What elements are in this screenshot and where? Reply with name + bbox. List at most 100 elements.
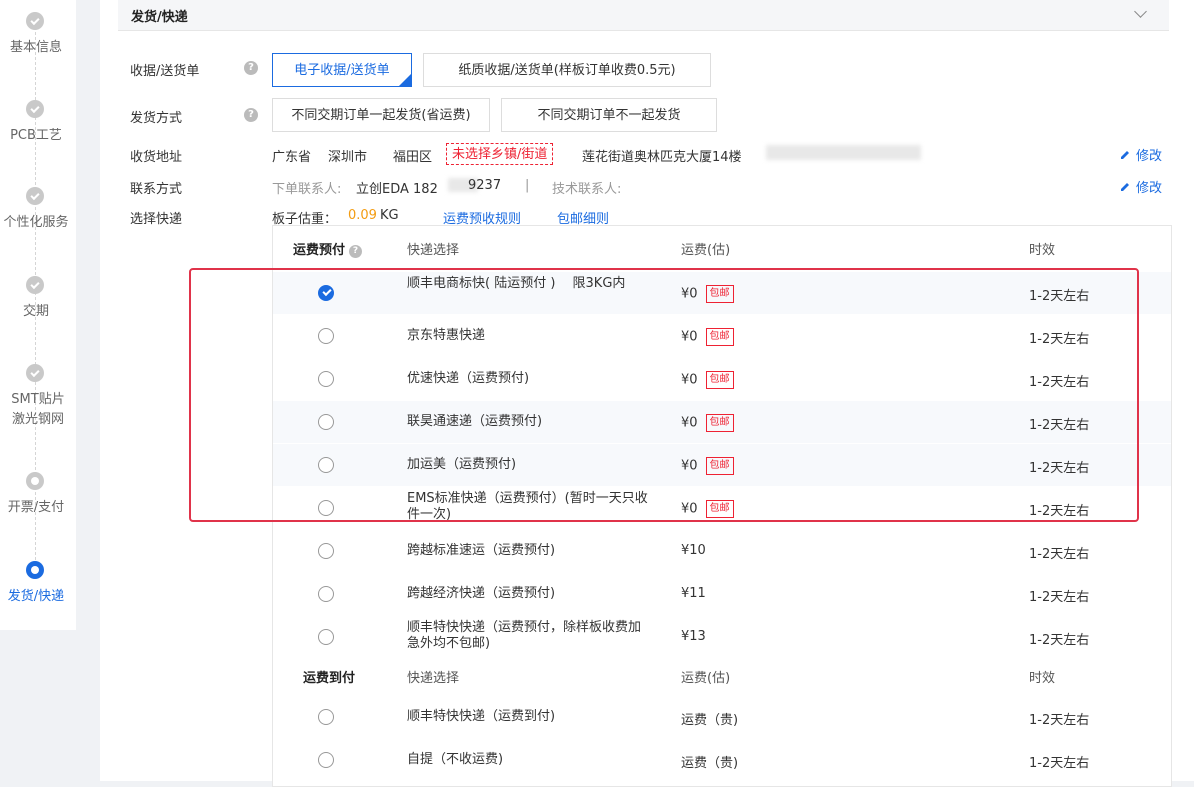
express-time: 1-2天左右 bbox=[1029, 375, 1090, 390]
col-select: 快递选择 bbox=[407, 243, 460, 258]
express-option-row[interactable]: 联昊通速递（运费预付) ¥0 包邮 1-2天左右 bbox=[273, 401, 1171, 443]
express-option-row[interactable]: 跨越标准速运（运费预付) ¥10 1-2天左右 bbox=[273, 530, 1171, 572]
step-label: SMT贴片 激光钢网 bbox=[11, 392, 65, 427]
circle-icon bbox=[26, 472, 44, 490]
address-province: 广东省 bbox=[272, 150, 312, 165]
radio-button[interactable] bbox=[318, 629, 334, 645]
step-label: 开票/支付 bbox=[7, 500, 65, 515]
express-label: 选择快递 bbox=[130, 212, 183, 227]
fee-value: ¥13 bbox=[681, 629, 706, 644]
express-name: 优速快递（运费预付) bbox=[407, 371, 530, 386]
radio-button[interactable] bbox=[318, 586, 334, 602]
step-label: 基本信息 bbox=[9, 40, 62, 55]
express-fee: ¥0 包邮 bbox=[681, 285, 734, 303]
express-name: 顺丰特快快递（运费到付) bbox=[407, 709, 556, 724]
free-shipping-badge: 包邮 bbox=[705, 328, 734, 346]
ship-together-button[interactable]: 不同交期订单一起发货(省运费) bbox=[272, 98, 490, 132]
express-fee: ¥0 包邮 bbox=[681, 414, 734, 432]
current-step-icon bbox=[26, 561, 44, 579]
express-option-row[interactable]: 顺丰特快快递（运费预付，除样板收费加急外均不包邮) ¥13 1-2天左右 bbox=[273, 616, 1171, 658]
free-shipping-badge: 包邮 bbox=[705, 371, 734, 389]
col-fee: 运费(估) bbox=[681, 671, 731, 686]
address-label: 收货地址 bbox=[130, 150, 183, 165]
fee-value: 运费（贵) bbox=[681, 756, 739, 771]
weight-unit: KG bbox=[380, 208, 399, 223]
tech-contact-label: 技术联系人: bbox=[552, 182, 622, 197]
express-option-row[interactable]: 京东特惠快递 ¥0 包邮 1-2天左右 bbox=[273, 315, 1171, 357]
prepaid-header: 运费预付? 快递选择 运费(估) 时效 bbox=[273, 226, 1171, 270]
express-time: 1-2天左右 bbox=[1029, 418, 1090, 433]
fee-value: ¥11 bbox=[681, 586, 706, 601]
step-label: 发货/快递 bbox=[7, 589, 65, 604]
express-option-row[interactable]: 自提（不收运费) 运费（贵) 1-2天左右 bbox=[273, 739, 1171, 781]
order-contact-tail: 9237 bbox=[468, 178, 502, 193]
express-fee: ¥0 包邮 bbox=[681, 500, 734, 518]
express-fee: ¥10 bbox=[681, 543, 706, 558]
fee-value: ¥0 bbox=[681, 458, 698, 474]
fee-value: ¥0 bbox=[681, 286, 698, 302]
step-label: 个性化服务 bbox=[3, 215, 69, 230]
express-name: 加运美（运费预付) bbox=[407, 457, 517, 472]
express-option-row[interactable]: 优速快递（运费预付) ¥0 包邮 1-2天左右 bbox=[273, 358, 1171, 400]
radio-button[interactable] bbox=[318, 371, 334, 387]
check-icon bbox=[26, 276, 44, 294]
col-fee: 运费(估) bbox=[681, 243, 731, 258]
cod-header: 运费到付 快递选择 运费(估) 时效 bbox=[273, 654, 1171, 698]
express-fee: 运费（贵) bbox=[681, 752, 738, 771]
fee-value: ¥0 bbox=[681, 372, 698, 388]
express-option-row[interactable]: 加运美（运费预付) ¥0 包邮 1-2天左右 bbox=[273, 444, 1171, 486]
radio-button[interactable] bbox=[318, 709, 334, 725]
express-time: 1-2天左右 bbox=[1029, 590, 1090, 605]
help-icon[interactable]: ? bbox=[349, 245, 363, 258]
radio-button[interactable] bbox=[318, 328, 334, 344]
radio-button[interactable] bbox=[318, 457, 334, 473]
address-district: 福田区 bbox=[393, 150, 433, 165]
step-label: PCB工艺 bbox=[10, 128, 62, 143]
order-contact-prefix: 下单联系人: bbox=[272, 182, 342, 197]
radio-button[interactable] bbox=[318, 414, 334, 430]
radio-button[interactable] bbox=[318, 752, 334, 768]
express-name: 京东特惠快递 bbox=[407, 328, 486, 343]
express-time: 1-2天左右 bbox=[1029, 332, 1090, 347]
receipt-paper-button[interactable]: 纸质收据/送货单(样板订单收费0.5元) bbox=[423, 53, 711, 87]
express-name: 联昊通速递（运费预付) bbox=[407, 414, 543, 429]
express-fee: ¥0 包邮 bbox=[681, 328, 734, 346]
express-name: 顺丰特快快递（运费预付，除样板收费加急外均不包邮) bbox=[407, 620, 642, 651]
fee-value: ¥0 bbox=[681, 329, 698, 345]
contact-edit-link[interactable]: 修改 bbox=[1120, 177, 1162, 196]
express-option-row[interactable]: EMS标准快递（运费预付）(暂时一天只收件一次) ¥0 包邮 1-2天左右 bbox=[273, 487, 1171, 529]
pencil-icon bbox=[1121, 151, 1129, 159]
edit-label: 修改 bbox=[1136, 181, 1163, 196]
express-fee: ¥11 bbox=[681, 586, 706, 601]
help-icon[interactable]: ? bbox=[244, 61, 258, 75]
cod-title: 运费到付 bbox=[303, 671, 356, 686]
pencil-icon bbox=[1121, 183, 1129, 191]
express-option-row[interactable]: 顺丰电商标快( 陆运预付 ) 限3KG内 ¥0 包邮 1-2天左右 bbox=[273, 272, 1171, 314]
radio-button[interactable] bbox=[318, 285, 334, 301]
ship-separate-button[interactable]: 不同交期订单不一起发货 bbox=[501, 98, 717, 132]
address-detail: 莲花街道奥林匹克大厦14楼 bbox=[582, 150, 742, 165]
express-time: 1-2天左右 bbox=[1029, 461, 1090, 476]
free-shipping-badge: 包邮 bbox=[705, 500, 734, 518]
express-name: 顺丰电商标快( 陆运预付 ) 限3KG内 bbox=[407, 276, 626, 291]
section-header[interactable]: 发货/快递 bbox=[118, 0, 1169, 31]
fee-value: ¥0 bbox=[681, 501, 698, 517]
express-name: 跨越标准速运（运费预付) bbox=[407, 543, 556, 558]
check-icon bbox=[26, 12, 44, 30]
street-warning-tag[interactable]: 未选择乡镇/街道 bbox=[446, 143, 554, 165]
radio-button[interactable] bbox=[318, 500, 334, 516]
address-edit-link[interactable]: 修改 bbox=[1120, 145, 1162, 164]
help-icon[interactable]: ? bbox=[244, 108, 258, 122]
express-time: 1-2天左右 bbox=[1029, 756, 1090, 771]
free-shipping-badge: 包邮 bbox=[705, 414, 734, 432]
express-fee: ¥13 bbox=[681, 629, 706, 644]
fee-value: ¥0 bbox=[681, 415, 698, 431]
express-option-row[interactable]: 顺丰特快快递（运费到付) 运费（贵) 1-2天左右 bbox=[273, 696, 1171, 738]
express-option-row[interactable]: 跨越经济快递（运费预付) ¥11 1-2天左右 bbox=[273, 573, 1171, 615]
free-shipping-badge: 包邮 bbox=[705, 285, 734, 303]
address-city: 深圳市 bbox=[328, 150, 368, 165]
radio-button[interactable] bbox=[318, 543, 334, 559]
express-name: 跨越经济快递（运费预付) bbox=[407, 586, 556, 601]
chevron-down-icon[interactable] bbox=[1134, 5, 1147, 18]
receipt-electronic-button[interactable]: 电子收据/送货单 bbox=[272, 53, 412, 87]
